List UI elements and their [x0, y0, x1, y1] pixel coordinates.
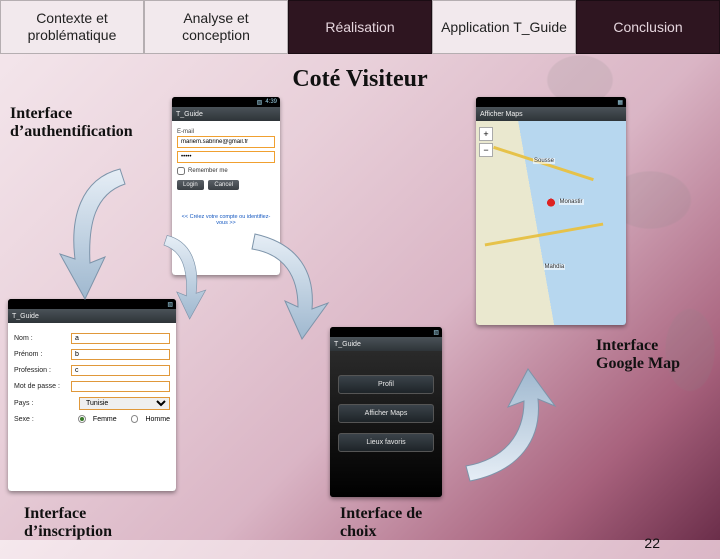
slide-content: Interface d’authentification Interface G…	[0, 99, 720, 559]
signup-hint: << Créez votre compte ou identifiez-vous…	[177, 214, 275, 226]
remember-label: Remember me	[188, 168, 228, 174]
choix-menu: Profil Afficher Maps Lieux favoris	[330, 351, 442, 497]
cancel-button[interactable]: Cancel	[208, 180, 239, 190]
phone-inscription: ▧ T_Guide Nom : Prénom : Profession : Mo…	[8, 299, 176, 491]
map-city-label: Sousse	[533, 158, 555, 164]
field-label: Mot de passe :	[14, 383, 66, 390]
section-title: Coté Visiteur	[0, 66, 720, 93]
map-city-label: Monastir	[559, 199, 584, 205]
phone-auth: ▧ 4:39 T_Guide E-mail Remember me Login …	[172, 97, 280, 275]
inscription-form: Nom : Prénom : Profession : Mot de passe…	[8, 323, 176, 491]
auth-screen: E-mail Remember me Login Cancel << Créez…	[172, 121, 280, 275]
map-road	[484, 223, 603, 247]
tab-analyse[interactable]: Analyse et conception	[144, 0, 288, 54]
phone-choix: ▧ T_Guide Profil Afficher Maps Lieux fav…	[330, 327, 442, 497]
signal-icon: ▧	[257, 99, 263, 106]
google-map[interactable]: Sousse Monastir Mahdia + −	[476, 121, 626, 325]
label-inscr: Interface d’inscription	[24, 505, 144, 542]
zoom-in-button[interactable]: +	[479, 127, 493, 141]
pays-select[interactable]: Tunisie	[79, 397, 170, 410]
menu-profil[interactable]: Profil	[338, 375, 434, 394]
remember-checkbox[interactable]	[177, 167, 185, 175]
tab-contexte[interactable]: Contexte et problématique	[0, 0, 144, 54]
radio-label: Femme	[93, 416, 117, 423]
sexe-homme-radio[interactable]	[131, 415, 139, 423]
curved-arrow-icon	[60, 159, 140, 299]
curved-arrow-icon	[450, 369, 560, 489]
email-field[interactable]	[177, 136, 275, 148]
nom-field[interactable]	[71, 333, 170, 344]
menu-maps[interactable]: Afficher Maps	[338, 404, 434, 423]
password-field[interactable]	[177, 151, 275, 163]
field-label: Pays :	[14, 400, 74, 407]
nav-tabs: Contexte et problématique Analyse et con…	[0, 0, 720, 54]
field-label: Sexe :	[14, 416, 73, 423]
page-number: 22	[644, 535, 660, 551]
tab-application[interactable]: Application T_Guide	[432, 0, 576, 54]
app-title: T_Guide	[172, 107, 280, 121]
statusbar: ▦	[476, 97, 626, 107]
login-button[interactable]: Login	[177, 180, 204, 190]
email-label: E-mail	[177, 129, 275, 135]
app-title: T_Guide	[8, 309, 176, 323]
clock: 4:39	[265, 99, 277, 105]
statusbar: ▧	[8, 299, 176, 309]
field-label: Profession :	[14, 367, 66, 374]
motdepasse-field[interactable]	[71, 381, 170, 392]
map-city-label: Mahdia	[544, 264, 566, 270]
menu-favoris[interactable]: Lieux favoris	[338, 433, 434, 452]
phone-map: ▦ Afficher Maps Sousse Monastir Mahdia +…	[476, 97, 626, 325]
zoom-out-button[interactable]: −	[479, 143, 493, 157]
tab-conclusion[interactable]: Conclusion	[576, 0, 720, 54]
app-title: T_Guide	[330, 337, 442, 351]
tab-realisation[interactable]: Réalisation	[288, 0, 432, 54]
field-label: Prénom :	[14, 351, 66, 358]
statusbar: ▧	[330, 327, 442, 337]
map-title: Afficher Maps	[476, 107, 626, 121]
field-label: Nom :	[14, 335, 66, 342]
label-choix: Interface de choix	[340, 505, 440, 542]
prenom-field[interactable]	[71, 349, 170, 360]
sexe-femme-radio[interactable]	[78, 415, 86, 423]
label-auth: Interface d’authentification	[10, 105, 150, 142]
statusbar: ▧ 4:39	[172, 97, 280, 107]
label-gmap: Interface Google Map	[596, 337, 706, 374]
radio-label: Homme	[145, 416, 170, 423]
profession-field[interactable]	[71, 365, 170, 376]
